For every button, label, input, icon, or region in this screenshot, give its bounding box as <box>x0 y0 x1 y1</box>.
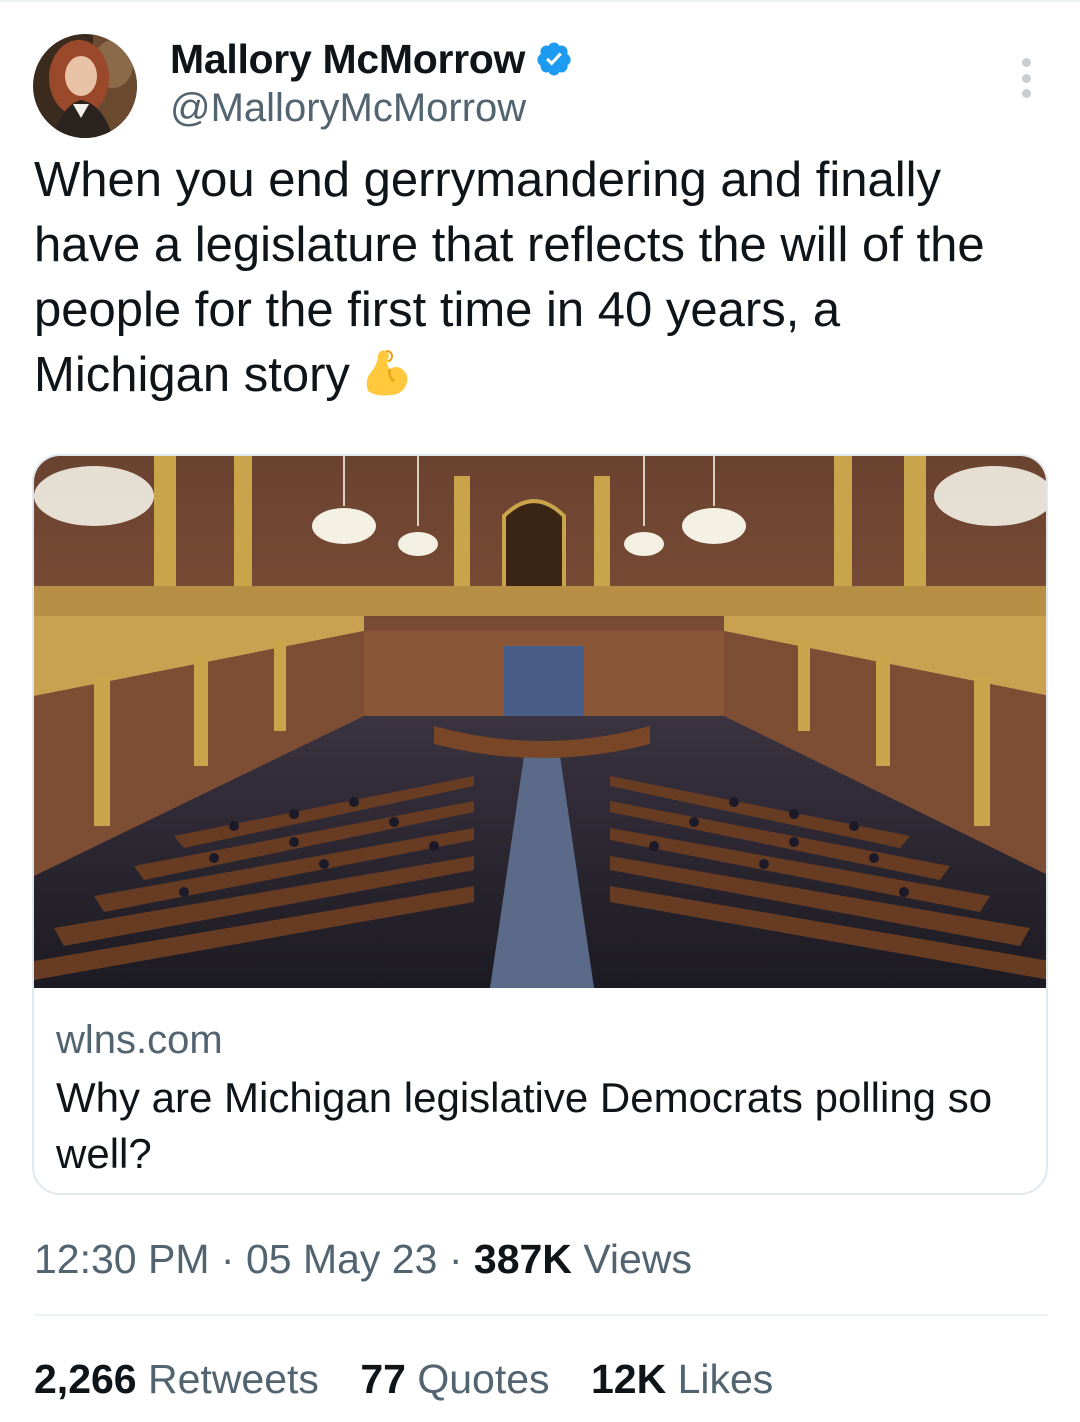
top-rule <box>0 0 1080 2</box>
link-card-domain: wlns.com <box>56 1018 223 1062</box>
tweet-meta: 12:30 PM · 05 May 23 · 387K Views <box>34 1234 692 1284</box>
tweet-date[interactable]: 05 May 23 <box>246 1236 437 1282</box>
likes-stat[interactable]: 12K Likes <box>591 1354 773 1404</box>
link-card-image[interactable] <box>34 456 1046 988</box>
retweets-count: 2,266 <box>34 1356 137 1402</box>
divider <box>34 1314 1048 1316</box>
display-name[interactable]: Mallory McMorrow <box>170 34 525 84</box>
views-count: 387K <box>473 1236 572 1282</box>
link-card-title: Why are Michigan legislative Democrats p… <box>56 1074 993 1177</box>
views-label: Views <box>583 1236 692 1282</box>
author-handle[interactable]: @MalloryMcMorrow <box>170 84 526 132</box>
tweet-time[interactable]: 12:30 PM <box>34 1236 210 1282</box>
engagement-stats: 2,266 Retweets 77 Quotes 12K Likes <box>34 1354 803 1404</box>
likes-label: Likes <box>677 1356 774 1402</box>
verified-badge-icon <box>535 40 573 78</box>
retweets-stat[interactable]: 2,266 Retweets <box>34 1354 319 1404</box>
tweet-text-body: When you end gerrymandering and finally … <box>34 153 985 402</box>
meta-separator: · <box>448 1236 463 1282</box>
author-name-row[interactable]: Mallory McMorrow <box>170 34 573 84</box>
quotes-label: Quotes <box>417 1356 550 1402</box>
retweets-label: Retweets <box>148 1356 319 1402</box>
more-options-icon[interactable] <box>1016 58 1036 98</box>
meta-separator: · <box>220 1236 235 1282</box>
tweet-text: When you end gerrymandering and finally … <box>34 148 1044 408</box>
avatar[interactable] <box>33 34 137 138</box>
link-card[interactable]: wlns.com Why are Michigan legislative De… <box>32 454 1048 1195</box>
quotes-stat[interactable]: 77 Quotes <box>360 1354 549 1404</box>
flexed-biceps-icon <box>358 345 414 401</box>
quotes-count: 77 <box>360 1356 406 1402</box>
likes-count: 12K <box>590 1356 667 1402</box>
